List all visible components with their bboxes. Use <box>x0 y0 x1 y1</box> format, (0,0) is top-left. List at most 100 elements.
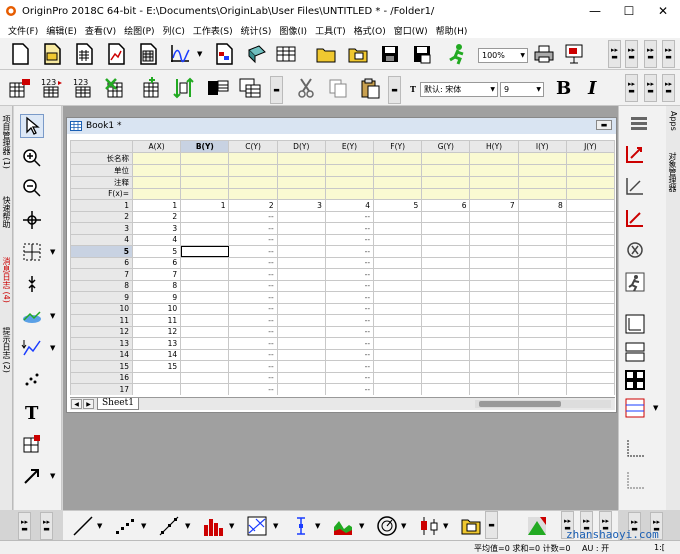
chevron-down-icon[interactable]: ▼ <box>97 522 102 530</box>
menu-format[interactable]: 格式(O) <box>354 24 386 37</box>
menu-image[interactable]: 图像(I) <box>279 24 307 37</box>
polar-plot-icon[interactable] <box>375 514 399 538</box>
candlestick-icon[interactable] <box>417 514 441 538</box>
data-cell[interactable]: -- <box>228 360 278 373</box>
data-cell[interactable] <box>276 210 326 223</box>
data-cell[interactable]: -- <box>324 325 375 338</box>
tab-quick-help[interactable]: 快速帮助 <box>1 192 12 232</box>
data-cell[interactable] <box>517 210 567 223</box>
data-cell[interactable] <box>421 291 471 304</box>
toolbar-overflow-button[interactable]: ▸▸ ▬ <box>625 40 638 68</box>
sheet-prev-icon[interactable]: ◀ <box>71 399 82 409</box>
data-cell[interactable] <box>276 302 326 315</box>
row-header[interactable]: 13 <box>70 337 133 350</box>
data-cell[interactable]: 7 <box>131 268 182 281</box>
data-cell[interactable] <box>276 314 326 327</box>
meta-cell[interactable] <box>228 175 278 189</box>
data-cell[interactable] <box>421 337 471 350</box>
toolbar-overflow-button[interactable]: ▸▸ ▬ <box>625 74 638 102</box>
column-header[interactable]: J(Y) <box>565 140 615 153</box>
data-cell[interactable] <box>373 222 423 235</box>
font-size-combo[interactable]: 9 ▼ <box>500 82 544 97</box>
data-cell[interactable]: -- <box>228 314 278 327</box>
chevron-down-icon[interactable]: ▼ <box>141 522 146 530</box>
data-cell[interactable] <box>276 256 326 269</box>
toolbar-overflow-button[interactable]: ▸▸ ▬ <box>644 40 657 68</box>
data-cell[interactable] <box>421 314 471 327</box>
data-cell[interactable] <box>373 348 423 361</box>
data-cell[interactable] <box>373 360 423 373</box>
data-cell[interactable]: 6 <box>131 256 182 269</box>
chevron-down-icon[interactable]: ▼ <box>315 522 320 530</box>
data-cell[interactable] <box>276 371 326 384</box>
meta-row-label[interactable]: 注释 <box>70 175 133 189</box>
chevron-down-icon[interactable]: ▼ <box>653 404 658 412</box>
data-cell[interactable] <box>180 337 230 350</box>
data-cell[interactable] <box>421 222 471 235</box>
data-cell[interactable] <box>180 325 230 338</box>
rescale-x-icon[interactable] <box>623 174 647 198</box>
data-cell[interactable]: -- <box>324 302 375 315</box>
font-name-combo[interactable]: 默认: 宋体 ▼ <box>420 82 498 97</box>
data-cell[interactable] <box>180 383 230 395</box>
row-header[interactable]: 14 <box>70 348 133 361</box>
data-cell[interactable]: -- <box>324 348 375 361</box>
save-template-icon[interactable] <box>410 42 434 66</box>
line-symbol-icon[interactable] <box>157 514 181 538</box>
scrollbar-thumb[interactable] <box>479 401 561 407</box>
meta-cell[interactable] <box>276 175 326 189</box>
data-cell[interactable] <box>469 314 519 327</box>
data-cell[interactable]: -- <box>228 302 278 315</box>
data-cell[interactable] <box>180 302 230 315</box>
data-cell[interactable] <box>469 291 519 304</box>
new-folder-doc-icon[interactable] <box>40 42 64 66</box>
meta-cell[interactable] <box>421 163 471 177</box>
data-cell[interactable] <box>565 222 615 235</box>
data-cell[interactable]: 7 <box>469 199 519 212</box>
menu-edit[interactable]: 编辑(E) <box>46 24 77 37</box>
meta-cell[interactable] <box>421 187 471 200</box>
row-header[interactable]: 5 <box>70 245 133 258</box>
row-header[interactable]: 12 <box>70 325 133 338</box>
meta-cell[interactable] <box>324 163 375 177</box>
cut-icon[interactable] <box>294 76 318 100</box>
toolbar-overflow-button[interactable]: ▸▸ ▬ <box>18 512 31 540</box>
meta-cell[interactable] <box>373 151 423 165</box>
meta-cell[interactable] <box>373 175 423 189</box>
data-cell[interactable] <box>469 371 519 384</box>
scatter-plot-icon[interactable] <box>113 514 137 538</box>
data-cell[interactable] <box>565 302 615 315</box>
toolbar-overflow-button[interactable]: ▸▸ ▬ <box>644 74 657 102</box>
split-columns-icon[interactable] <box>206 76 230 100</box>
new-layout-icon[interactable] <box>212 42 236 66</box>
data-cell[interactable]: 8 <box>517 199 567 212</box>
row-header[interactable]: 6 <box>70 256 133 269</box>
toolbar-overflow-button[interactable]: ▸▸ ▬ <box>608 40 621 68</box>
multi-curve-icon[interactable] <box>245 514 269 538</box>
data-cell[interactable] <box>565 256 615 269</box>
data-cell[interactable] <box>180 210 230 223</box>
zoom-in-icon[interactable] <box>20 146 44 170</box>
tab-hint-log[interactable]: 提示日志 (2) <box>1 322 12 378</box>
meta-cell[interactable] <box>517 187 567 200</box>
data-cell[interactable]: 14 <box>131 348 182 361</box>
data-cell[interactable] <box>517 360 567 373</box>
add-table-icon[interactable] <box>20 432 44 456</box>
data-cell[interactable] <box>565 199 615 212</box>
row-header[interactable]: 3 <box>70 222 133 235</box>
line-plot-icon[interactable] <box>71 514 95 538</box>
data-cell[interactable] <box>373 291 423 304</box>
data-cell[interactable]: -- <box>324 383 375 395</box>
data-cell[interactable] <box>373 279 423 292</box>
row-header[interactable]: 17 <box>70 383 133 395</box>
meta-cell[interactable] <box>180 187 230 200</box>
data-cell[interactable] <box>517 268 567 281</box>
add-rows-icon[interactable] <box>140 76 164 100</box>
column-header[interactable]: H(Y) <box>469 140 519 153</box>
data-cell[interactable] <box>373 383 423 395</box>
data-cell[interactable] <box>517 337 567 350</box>
row-header[interactable]: 7 <box>70 268 133 281</box>
data-cell[interactable] <box>565 279 615 292</box>
meta-cell[interactable] <box>324 151 375 165</box>
meta-cell[interactable] <box>469 151 519 165</box>
